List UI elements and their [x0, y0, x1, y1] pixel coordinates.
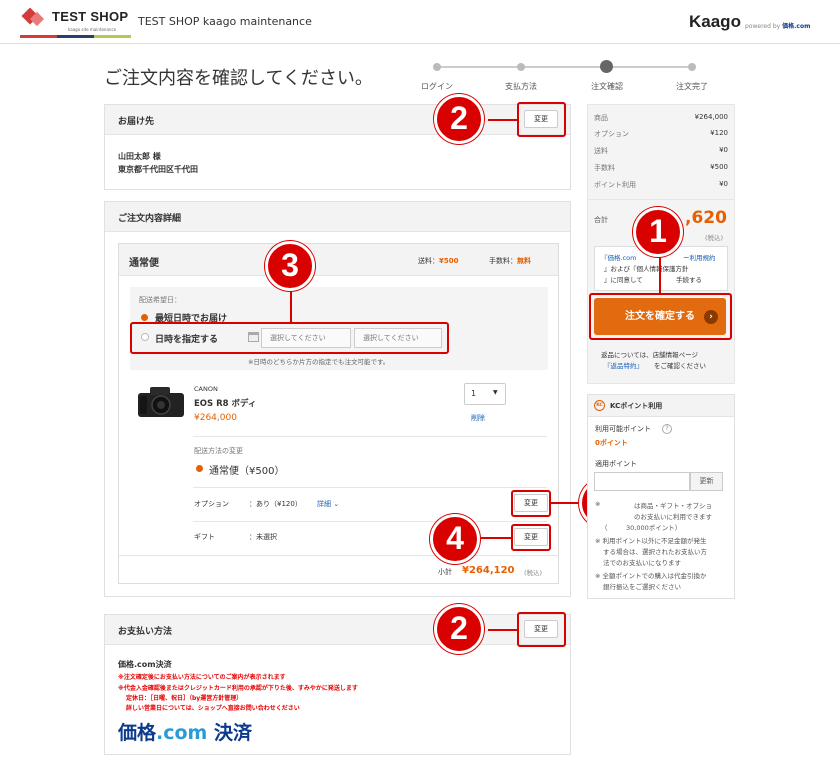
summary-row-fee: 手数料 ¥500 — [594, 163, 728, 172]
header-title: TEST SHOP kaago maintenance — [138, 15, 312, 28]
site-header: TEST SHOP kaago site maintenance TEST SH… — [0, 0, 840, 44]
total-value: ,620 — [685, 208, 727, 228]
step-dot-payment — [517, 63, 525, 71]
total-tax: (税込) — [705, 234, 724, 242]
points-note-1b: は商品・ギフト・オプショ — [634, 502, 712, 510]
annotation-badge-2a: 2 — [434, 94, 484, 144]
kakaku-kessai-logo: 価格.com 決済 — [118, 722, 252, 744]
delivery-address: 東京都千代田区千代田 — [118, 165, 198, 174]
page-title: ご注文内容を確認してください。 — [104, 68, 373, 89]
update-points-button[interactable]: 更新 — [690, 472, 723, 491]
annotation-box-4 — [511, 524, 551, 551]
quantity-select[interactable]: 1 ▼ — [464, 383, 506, 405]
available-points-value: 0ポイント — [595, 439, 628, 447]
method-option-label: 通常便（¥500） — [209, 466, 285, 477]
points-note-2b: する場合は、選択されたお支払い方 — [603, 548, 707, 556]
product-price: ¥264,000 — [194, 413, 237, 423]
kaago-logo: Kaago — [689, 12, 741, 31]
points-note-1d: （ — [601, 524, 608, 532]
payment-title: お支払い方法 — [118, 627, 173, 637]
order-detail-title: ご注文内容詳細 — [118, 214, 182, 224]
apply-points-input[interactable] — [594, 472, 690, 491]
handling-fee: 手数料：無料 — [489, 257, 531, 265]
shipping-type: 通常便 — [129, 258, 159, 269]
radio-fastest[interactable] — [141, 314, 148, 321]
kc-points-title: KCポイント利用 — [610, 402, 663, 410]
chevron-down-icon: ⌄ — [333, 500, 340, 508]
shop-logo-icon — [21, 8, 45, 27]
subtotal-label: 小計 — [438, 568, 452, 576]
points-note-1e: 30,000ポイント） — [626, 524, 682, 532]
payment-method: 価格.com決済 — [118, 660, 172, 669]
chevron-down-icon: ▼ — [493, 389, 498, 396]
points-note-1c: のお支払いに利用できます — [634, 513, 712, 521]
annotation-box-5 — [511, 490, 551, 517]
step-dot-confirm — [600, 60, 613, 73]
return-policy-link[interactable]: 『返品特約』 — [604, 360, 643, 370]
shop-logo-subtext: kaago site maintenance — [68, 27, 117, 32]
points-note-1a: ※ — [595, 500, 601, 508]
payment-note-2: ※代金入金確認後またはクレジットカード利用の承認が下りた後、すみやかに発送します — [118, 685, 358, 692]
powered-by: powered by 価格.com — [745, 23, 811, 30]
annotation-badge-1: 1 — [633, 207, 683, 257]
return-note: 返品については、店舗情報ページ — [601, 351, 699, 359]
terms-link-tail[interactable]: ー利用規約 — [683, 252, 716, 262]
option-value: ：あり（¥120） — [249, 500, 302, 508]
step-label-login: ログイン — [421, 82, 453, 91]
subtotal-tax: (税込) — [524, 569, 543, 577]
summary-row-shipping: 送料 ¥0 — [594, 146, 728, 155]
summary-row-points: ポイント利用 ¥0 — [594, 180, 728, 189]
shop-logo-text: TEST SHOP — [52, 9, 129, 24]
payment-note-3: 定休日：［日曜、祝日］（by運営方針管理） — [126, 695, 243, 702]
payment-note-4: 詳しい営業日については、ショップへ直接お問い合わせください — [126, 705, 300, 712]
points-note-2a: ※ 利用ポイント以外に不足金額が発生 — [595, 537, 707, 545]
gift-value: ：未選択 — [249, 533, 277, 541]
subtotal-value: ¥264,120 — [462, 565, 515, 576]
agree-line: 』に同意して — [604, 276, 643, 284]
step-label-confirm: 注文確認 — [591, 82, 623, 91]
return-note-tail: をご確認ください — [654, 362, 706, 370]
available-points-label: 利用可能ポイント — [595, 425, 651, 433]
delivery-title: お届け先 — [118, 117, 155, 127]
agree-line-tail: 手続する — [676, 276, 702, 284]
annotation-badge-3: 3 — [265, 241, 315, 291]
payment-note-1: ※注文確定後にお支払い方法についてのご案内が表示されます — [118, 674, 286, 681]
step-label-payment: 支払方法 — [505, 82, 537, 91]
delivery-name: 山田太郎 様 — [118, 152, 161, 161]
terms-link[interactable]: 『価格.com — [601, 252, 636, 262]
points-note-3a: ※ 全額ポイントでの購入は代金引換か — [595, 572, 707, 580]
total-label: 合計 — [594, 216, 608, 224]
shipping-fee: 送料：¥500 — [418, 257, 459, 265]
summary-row-items: 商品 ¥264,000 — [594, 113, 728, 122]
annotation-badge-2b: 2 — [434, 604, 484, 654]
delete-link[interactable]: 削除 — [471, 413, 485, 423]
shop-logo[interactable]: TEST SHOP kaago site maintenance — [20, 8, 131, 38]
product-brand: CANON — [194, 385, 218, 393]
annotation-box-1 — [589, 293, 732, 340]
annotation-box-2a — [517, 102, 566, 137]
apply-points-label: 適用ポイント — [595, 460, 637, 468]
delivery-panel: お届け先 山田太郎 様 東京都千代田区千代田 — [104, 104, 571, 190]
kc-point-icon: KC — [594, 400, 605, 411]
step-label-complete: 注文完了 — [676, 82, 708, 91]
product-name[interactable]: EOS R8 ボディ — [194, 397, 256, 409]
privacy-line: 』および『個人情報保護方針 — [604, 265, 689, 273]
date-note: ※日時のどちらか片方の指定でも注文可能です。 — [248, 358, 390, 366]
step-dot-login — [433, 63, 441, 71]
step-dot-complete — [688, 63, 696, 71]
product-image — [138, 387, 184, 417]
method-change-label: 配送方法の変更 — [194, 447, 243, 455]
annotation-badge-4: 4 — [430, 514, 480, 564]
points-note-2c: 法でのお支払いになります — [603, 559, 681, 567]
help-icon[interactable]: ? — [662, 424, 672, 434]
annotation-box-2b — [517, 612, 566, 647]
gift-label: ギフト — [194, 533, 215, 541]
option-label: オプション — [194, 500, 229, 508]
delivery-wish-label: 配送希望日： — [139, 296, 181, 304]
summary-row-option: オプション ¥120 — [594, 129, 728, 138]
points-note-3b: 銀行振込をご選択ください — [603, 583, 681, 591]
radio-method-standard[interactable] — [196, 465, 203, 472]
option-detail-link[interactable]: 詳細 ⌄ — [317, 499, 339, 509]
annotation-box-3 — [130, 322, 449, 354]
